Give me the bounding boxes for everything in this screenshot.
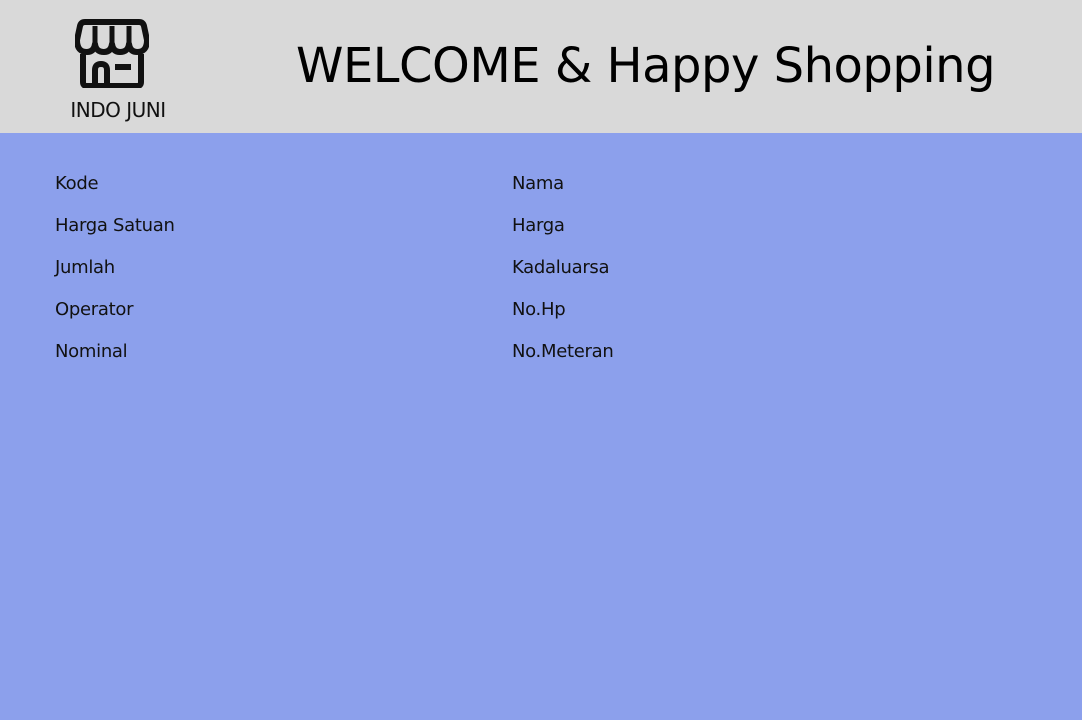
form-area: Kode Harga Satuan Jumlah Operator Nomina…	[0, 133, 1082, 720]
field-label-nominal: Nominal	[55, 341, 128, 362]
field-label-jumlah: Jumlah	[55, 257, 115, 278]
field-label-kode: Kode	[55, 173, 99, 194]
store-icon	[75, 19, 149, 88]
field-label-harga-satuan: Harga Satuan	[55, 215, 175, 236]
brand-logo[interactable]: INDO JUNI	[60, 14, 176, 124]
field-label-harga: Harga	[512, 215, 565, 236]
field-label-operator: Operator	[55, 299, 134, 320]
field-label-nama: Nama	[512, 173, 564, 194]
page-title: WELCOME & Happy Shopping	[296, 38, 996, 94]
field-label-no-hp: No.Hp	[512, 299, 566, 320]
field-label-kadaluarsa: Kadaluarsa	[512, 257, 610, 278]
field-label-no-meteran: No.Meteran	[512, 341, 614, 362]
brand-name: INDO JUNI	[70, 98, 166, 122]
header: INDO JUNI WELCOME & Happy Shopping	[0, 0, 1082, 133]
